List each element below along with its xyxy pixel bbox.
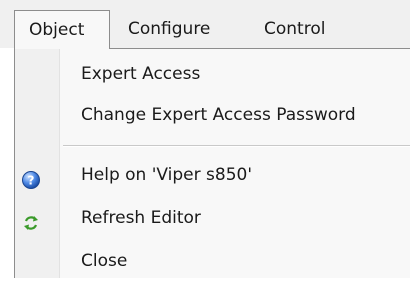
menu-object-label: Object [29,20,85,40]
menu-item-change-expert-access-password[interactable]: Change Expert Access Password [15,95,410,135]
menu-item-refresh-editor[interactable]: Refresh Editor [15,198,410,238]
menu-item-label: Help on 'Viper s850' [81,165,253,185]
menu-control-label: Control [264,19,326,39]
menu-bar: Object Configure Control [0,0,410,49]
menu-configure-label: Configure [128,19,211,39]
menu-item-label: Close [81,251,128,271]
object-menu-dropdown: Expert Access Change Expert Access Passw… [14,48,410,278]
refresh-icon [21,208,41,230]
menu-item-label: Expert Access [81,64,201,84]
help-icon: ? [21,165,41,189]
menu-item-label: Refresh Editor [81,208,201,228]
menu-configure[interactable]: Configure [112,10,226,48]
menu-item-expert-access[interactable]: Expert Access [15,54,410,94]
menu-control[interactable]: Control [248,10,341,48]
svg-text:?: ? [28,174,35,188]
menu-object[interactable]: Object [14,10,110,49]
menu-separator [63,145,410,147]
menu-item-label: Change Expert Access Password [81,105,356,125]
menu-item-help[interactable]: ? Help on 'Viper s850' [15,155,410,195]
menu-item-close[interactable]: Close [15,241,410,281]
